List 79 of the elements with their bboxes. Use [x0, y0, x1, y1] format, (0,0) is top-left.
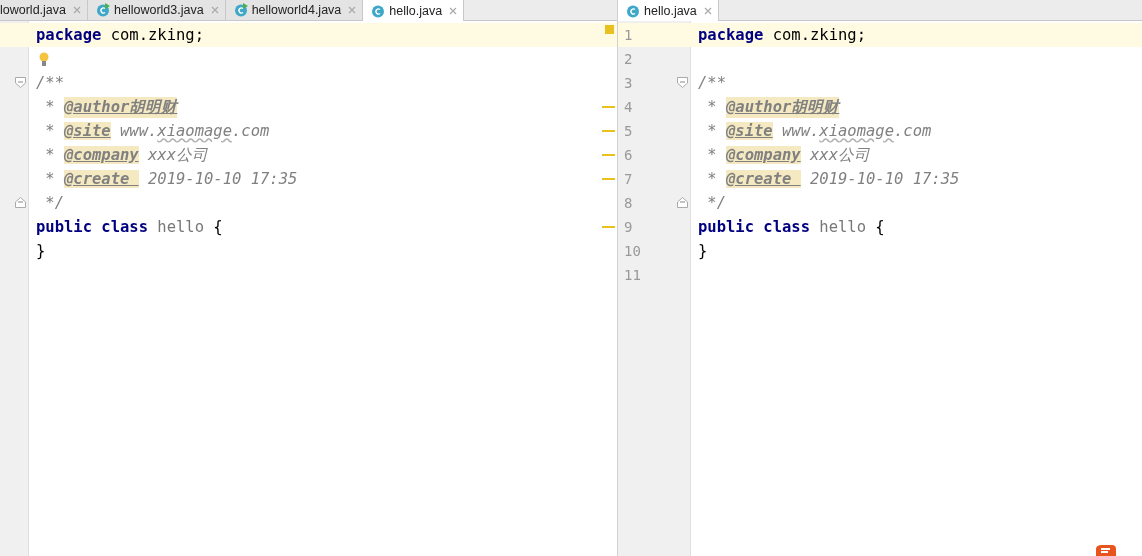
code-text: }: [36, 242, 46, 260]
code-text: com.zking;: [771, 26, 866, 44]
doc-tag: @site: [726, 122, 773, 140]
close-icon[interactable]: [348, 6, 357, 14]
comment-text: .com: [232, 122, 270, 140]
comment-text: /**: [698, 74, 726, 92]
editor-tab[interactable]: loworld.java: [0, 0, 88, 20]
lightbulb-icon[interactable]: [39, 51, 49, 67]
class-file-icon: [626, 3, 640, 18]
doc-tag: @company: [726, 146, 801, 164]
code-text: }: [698, 242, 708, 260]
line-number: 10: [623, 243, 641, 259]
class-file-icon: [371, 3, 386, 18]
line-number: 4: [623, 99, 633, 115]
line-number: 7: [623, 171, 633, 187]
comment-text: *: [44, 98, 56, 116]
close-icon[interactable]: [449, 6, 458, 15]
line-number: 5: [623, 123, 633, 139]
line-number: 11: [623, 267, 641, 283]
comment-text: xxx公司: [809, 144, 870, 166]
warning-stripe-mark[interactable]: [602, 178, 615, 180]
comment-text: 2019-10-10 17:35: [809, 170, 960, 188]
fold-icon[interactable]: [677, 77, 688, 88]
comment-text: *: [706, 122, 718, 140]
comment-text: www.: [119, 122, 158, 140]
warning-status-icon[interactable]: [605, 25, 614, 34]
close-icon[interactable]: [210, 6, 219, 14]
doc-tag: @author胡明财: [726, 96, 840, 118]
comment-text: *: [706, 98, 718, 116]
doc-tag: @company: [64, 146, 139, 164]
line-number: 1: [623, 27, 633, 43]
class-name: hello: [818, 218, 866, 236]
line-number: 2: [623, 51, 633, 67]
warning-stripe-mark[interactable]: [602, 154, 615, 156]
keyword: public class: [36, 218, 148, 236]
comment-text: xxx公司: [147, 144, 208, 166]
comment-text: */: [706, 194, 726, 212]
doc-tag: @create: [64, 170, 139, 188]
comment-text: xiaomage: [819, 122, 894, 140]
close-icon[interactable]: [703, 6, 712, 15]
comment-text: */: [44, 194, 64, 212]
line-number: 9: [623, 219, 633, 235]
warning-stripe-mark[interactable]: [602, 226, 615, 228]
comment-text: *: [706, 170, 718, 188]
keyword: public class: [698, 218, 810, 236]
fold-icon[interactable]: [677, 197, 688, 208]
comment-text: 2019-10-10 17:35: [147, 170, 298, 188]
comment-text: www.: [781, 122, 820, 140]
editor-tab[interactable]: helloworld3.java: [88, 0, 226, 20]
comment-text: *: [44, 122, 56, 140]
close-icon[interactable]: [73, 6, 81, 14]
editor-tab[interactable]: hello.java: [618, 0, 719, 21]
line-number: 8: [623, 195, 633, 211]
ime-icon[interactable]: [1094, 544, 1118, 556]
line-number: 6: [623, 147, 633, 163]
doc-tag: @author胡明财: [64, 96, 178, 118]
code-text: com.zking;: [109, 26, 204, 44]
doc-tag: @site: [64, 122, 111, 140]
fold-icon[interactable]: [15, 197, 26, 208]
class-name: hello: [156, 218, 204, 236]
editor-tab[interactable]: helloworld4.java: [225, 0, 364, 20]
warning-stripe-mark[interactable]: [602, 130, 615, 132]
comment-text: /**: [36, 74, 64, 92]
keyword: package: [36, 26, 102, 44]
code-text: {: [212, 218, 223, 236]
doc-tag: @create: [726, 170, 801, 188]
fold-icon[interactable]: [15, 77, 26, 88]
comment-text: *: [44, 170, 56, 188]
runnable-class-icon: [233, 3, 248, 17]
keyword: package: [698, 26, 764, 44]
warning-stripe-mark[interactable]: [602, 106, 615, 108]
comment-text: xiaomage: [157, 122, 232, 140]
runnable-class-icon: [96, 3, 110, 17]
code-text: {: [874, 218, 885, 236]
comment-text: *: [706, 146, 718, 164]
line-number: 3: [623, 75, 633, 91]
comment-text: *: [44, 146, 56, 164]
editor-tab[interactable]: hello.java: [363, 0, 465, 21]
comment-text: .com: [894, 122, 932, 140]
